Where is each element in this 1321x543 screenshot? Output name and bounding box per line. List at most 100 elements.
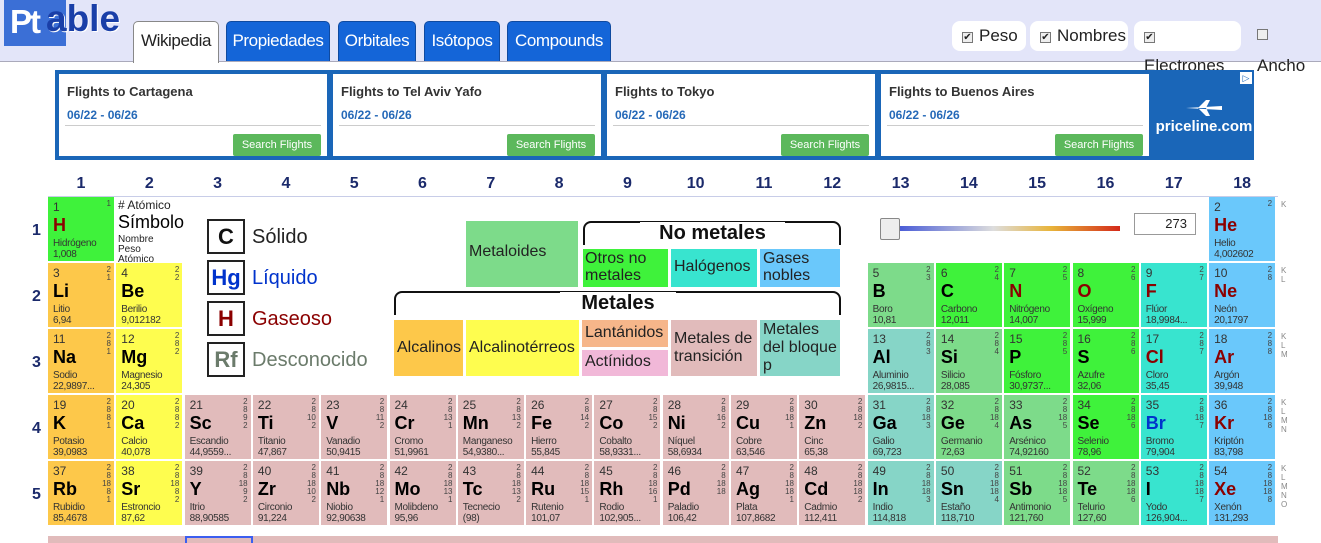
period-number[interactable]: 1 — [32, 222, 41, 240]
ad-card[interactable]: Flights to Cartagena 06/22 - 06/26 Searc… — [59, 74, 327, 156]
ad-card[interactable]: Flights to Tel Aviv Yafo 06/22 - 06/26 S… — [333, 74, 601, 156]
group-number[interactable]: 9 — [594, 175, 660, 193]
element-cell-sb[interactable]: 51 Sb Antimonio 121,760 2 8 18 18 5 — [1004, 461, 1071, 525]
element-cell-ge[interactable]: 32 Ge Germanio 72,63 2 8 18 4 — [935, 395, 1002, 459]
element-cell-mg[interactable]: 12 Mg Magnesio 24,305 2 8 2 — [116, 329, 183, 393]
group-number[interactable]: 1 — [48, 175, 114, 193]
element-cell-ne[interactable]: 10 Ne Neón 20,1797 2 8 — [1209, 263, 1276, 327]
element-cell-na[interactable]: 11 Na Sodio 22,9897... 2 8 1 — [48, 329, 114, 393]
group-number[interactable]: 18 — [1209, 175, 1275, 193]
element-cell-kr[interactable]: 36 Kr Kriptón 83,798 2 8 18 8 — [1209, 395, 1276, 459]
search-flights-button[interactable]: Search Flights — [233, 134, 321, 156]
element-cell-al[interactable]: 13 Al Aluminio 26,9815... 2 8 3 — [867, 329, 934, 393]
tab-wikipedia[interactable]: Wikipedia — [133, 21, 219, 63]
element-cell-mo[interactable]: 42 Mo Molibdeno 95,96 2 8 18 13 1 — [389, 461, 456, 525]
element-cell-zr[interactable]: 40 Zr Circonio 91,224 2 8 18 10 2 — [252, 461, 319, 525]
group-number[interactable]: 8 — [526, 175, 592, 193]
element-cell-h[interactable]: 1 H Hidrógeno 1,008 1 — [48, 197, 114, 261]
group-number[interactable]: 2 — [116, 175, 182, 193]
element-cell-i[interactable]: 53 I Yodo 126,904... 2 8 18 18 7 — [1140, 461, 1207, 525]
element-cell-ni[interactable]: 28 Ni Níquel 58,6934 2 8 16 2 — [662, 395, 729, 459]
element-cell-v[interactable]: 23 V Vanadio 50,9415 2 8 11 2 — [321, 395, 388, 459]
element-cell-y[interactable]: 39 Y Itrio 88,90585 2 8 18 9 2 — [184, 461, 251, 525]
temperature-slider[interactable] — [880, 218, 1120, 240]
search-flights-button[interactable]: Search Flights — [781, 134, 869, 156]
element-cell-he[interactable]: 2 He Helio 4,002602 2 — [1209, 197, 1276, 261]
element-cell-in[interactable]: 49 In Indio 114,818 2 8 18 18 3 — [867, 461, 934, 525]
element-cell-ag[interactable]: 47 Ag Plata 107,8682 2 8 18 18 1 — [731, 461, 797, 525]
element-cell-pd[interactable]: 46 Pd Paladio 106,42 2 8 18 18 — [662, 461, 729, 525]
element-cell-mn[interactable]: 25 Mn Manganeso 54,9380... 2 8 13 2 — [457, 395, 524, 459]
group-number[interactable]: 5 — [321, 175, 387, 193]
group-number[interactable]: 11 — [731, 175, 797, 193]
element-cell-ru[interactable]: 44 Ru Rutenio 101,07 2 8 18 15 1 — [526, 461, 593, 525]
element-cell-as[interactable]: 33 As Arsénico 74,92160 2 8 18 5 — [1004, 395, 1071, 459]
priceline-logo[interactable]: ▷ priceline.com — [1154, 70, 1254, 160]
category-halogens[interactable]: Halógenos — [671, 249, 757, 287]
tab-orbitales[interactable]: Orbitales — [338, 21, 416, 61]
element-cell-s[interactable]: 16 S Azufre 32,06 2 8 6 — [1072, 329, 1139, 393]
element-cell-si[interactable]: 14 Si Silicio 28,085 2 8 4 — [935, 329, 1002, 393]
element-cell-b[interactable]: 5 B Boro 10,81 2 3 — [867, 263, 934, 327]
element-cell-te[interactable]: 52 Te Telurio 127,60 2 8 18 18 6 — [1072, 461, 1139, 525]
element-cell-c[interactable]: 6 C Carbono 12,011 2 4 — [935, 263, 1002, 327]
element-cell-zn[interactable]: 30 Zn Cinc 65,38 2 8 18 2 — [799, 395, 866, 459]
category-post-transition[interactable]: Metales del bloque p — [760, 320, 840, 376]
ptable-logo[interactable]: Pt able — [2, 0, 120, 48]
group-number[interactable]: 6 — [390, 175, 456, 193]
element-cell-be[interactable]: 4 Be Berilio 9,012182 2 2 — [116, 263, 183, 327]
ancho-checkbox[interactable]: Ancho — [1247, 21, 1321, 75]
element-cell-tc[interactable]: 43 Tc Tecnecio (98) 2 8 18 13 2 — [457, 461, 524, 525]
element-cell-nb[interactable]: 41 Nb Niobio 92,90638 2 8 18 12 1 — [321, 461, 388, 525]
electrones-checkbox[interactable]: ✔Electrones — [1134, 21, 1241, 75]
element-cell-p[interactable]: 15 P Fósforo 30,9737... 2 8 5 — [1004, 329, 1071, 393]
peso-checkbox[interactable]: ✔ Peso — [952, 21, 1026, 51]
category-noble-gases[interactable]: Gases nobles — [760, 249, 840, 287]
group-number[interactable]: 7 — [458, 175, 524, 193]
element-cell-ti[interactable]: 22 Ti Titanio 47,867 2 8 10 2 — [252, 395, 319, 459]
group-number[interactable]: 16 — [1073, 175, 1139, 193]
group-number[interactable]: 15 — [1004, 175, 1070, 193]
category-alkali[interactable]: Alcalinos — [394, 320, 463, 376]
period-number[interactable]: 3 — [32, 354, 41, 372]
period-number[interactable]: 5 — [32, 486, 41, 504]
tab-isotopos[interactable]: Isótopos — [424, 21, 500, 61]
element-cell-n[interactable]: 7 N Nitrógeno 14,007 2 5 — [1004, 263, 1071, 327]
slider-handle[interactable] — [880, 218, 900, 240]
category-alkaline-earth[interactable]: Alcalinotérreos — [466, 320, 579, 376]
group-number[interactable]: 4 — [253, 175, 319, 193]
search-flights-button[interactable]: Search Flights — [1055, 134, 1143, 156]
ad-card[interactable]: Flights to Tokyo 06/22 - 06/26 Search Fl… — [607, 74, 875, 156]
element-cell-ar[interactable]: 18 Ar Argón 39,948 2 8 8 — [1209, 329, 1276, 393]
category-lanthanides[interactable]: Lantánidos — [582, 320, 668, 347]
nombres-checkbox[interactable]: ✔ Nombres — [1030, 21, 1128, 51]
element-cell-cl[interactable]: 17 Cl Cloro 35,45 2 8 7 — [1140, 329, 1207, 393]
element-cell-ca[interactable]: 20 Ca Calcio 40,078 2 8 8 2 — [116, 395, 183, 459]
element-cell-cr[interactable]: 24 Cr Cromo 51,9961 2 8 13 1 — [389, 395, 456, 459]
category-actinides[interactable]: Actínidos — [582, 350, 668, 376]
element-cell-cd[interactable]: 48 Cd Cadmio 112,411 2 8 18 18 2 — [799, 461, 866, 525]
tab-propiedades[interactable]: Propiedades — [226, 21, 330, 61]
element-cell-o[interactable]: 8 O Oxígeno 15,999 2 6 — [1072, 263, 1139, 327]
element-cell-rh[interactable]: 45 Rh Rodio 102,905... 2 8 18 16 1 — [594, 461, 661, 525]
element-cell-se[interactable]: 34 Se Selenio 78,96 2 8 18 6 — [1072, 395, 1139, 459]
element-cell-br[interactable]: 35 Br Bromo 79,904 2 8 18 7 — [1140, 395, 1207, 459]
category-other-nonmetals[interactable]: Otros no metales — [583, 249, 668, 287]
element-cell-co[interactable]: 27 Co Cobalto 58,9331... 2 8 15 2 — [594, 395, 661, 459]
group-number[interactable]: 3 — [185, 175, 251, 193]
tab-compounds[interactable]: Compounds — [507, 21, 611, 61]
temperature-track[interactable] — [890, 226, 1120, 231]
element-cell-sr[interactable]: 38 Sr Estroncio 87,62 2 8 18 8 2 — [116, 461, 183, 525]
element-cell-xe[interactable]: 54 Xe Xenón 131,293 2 8 18 18 8 — [1209, 461, 1276, 525]
element-cell-sc[interactable]: 21 Sc Escandio 44,9559... 2 8 9 2 — [184, 395, 251, 459]
element-cell-rb[interactable]: 37 Rb Rubidio 85,4678 2 8 18 8 1 — [48, 461, 114, 525]
element-cell-sn[interactable]: 50 Sn Estaño 118,710 2 8 18 18 4 — [935, 461, 1002, 525]
search-flights-button[interactable]: Search Flights — [507, 134, 595, 156]
group-number[interactable]: 10 — [663, 175, 729, 193]
element-cell-cu[interactable]: 29 Cu Cobre 63,546 2 8 18 1 — [731, 395, 797, 459]
element-cell-fe[interactable]: 26 Fe Hierro 55,845 2 8 14 2 — [526, 395, 593, 459]
element-cell-f[interactable]: 9 F Flúor 18,9984... 2 7 — [1140, 263, 1207, 327]
element-cell-ga[interactable]: 31 Ga Galio 69,723 2 8 18 3 — [867, 395, 934, 459]
ad-card[interactable]: Flights to Buenos Aires 06/22 - 06/26 Se… — [881, 74, 1149, 156]
period-number[interactable]: 4 — [32, 420, 41, 438]
